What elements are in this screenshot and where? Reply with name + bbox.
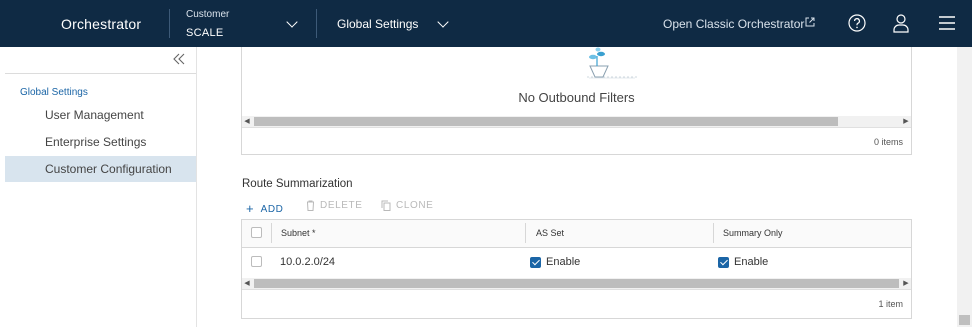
- add-label: ADD: [260, 204, 284, 215]
- sidebar-group-global-settings[interactable]: Global Settings: [20, 87, 88, 98]
- scrollbar-thumb[interactable]: [254, 279, 899, 288]
- column-header-summary-only[interactable]: Summary Only: [723, 228, 783, 238]
- global-settings-label: Global Settings: [337, 17, 419, 31]
- as-set-checkbox[interactable]: [530, 257, 541, 268]
- scrollbar-thumb[interactable]: [254, 117, 838, 126]
- scroll-right-arrow-icon[interactable]: ▶: [901, 116, 911, 127]
- help-icon[interactable]: [848, 14, 866, 32]
- copy-icon: [381, 200, 391, 211]
- column-divider[interactable]: [713, 223, 714, 243]
- empty-state-text: No Outbound Filters: [518, 90, 635, 105]
- chevron-down-icon[interactable]: [437, 16, 449, 28]
- sidebar-divider: [5, 73, 196, 74]
- user-icon[interactable]: [892, 13, 910, 33]
- summary-only-checkbox[interactable]: [718, 257, 729, 268]
- external-link-icon[interactable]: [805, 17, 815, 27]
- chevron-down-icon[interactable]: [286, 16, 298, 28]
- customer-label: Customer: [186, 9, 230, 20]
- top-nav-bar: Orchestrator Customer SCALE Global Setti…: [0, 0, 972, 47]
- column-divider: [271, 223, 272, 243]
- sidebar-item-customer-configuration[interactable]: Customer Configuration: [5, 156, 196, 182]
- scroll-left-arrow-icon[interactable]: ◀: [242, 278, 252, 289]
- column-header-as-set[interactable]: AS Set: [536, 228, 564, 238]
- sidebar-item-enterprise-settings[interactable]: Enterprise Settings: [5, 129, 196, 155]
- scroll-left-arrow-icon[interactable]: ◀: [242, 116, 252, 127]
- scroll-right-arrow-icon[interactable]: ▶: [901, 278, 911, 289]
- column-divider[interactable]: [525, 223, 526, 243]
- hamburger-menu-icon[interactable]: [938, 15, 956, 31]
- customer-value: SCALE: [186, 27, 224, 39]
- horizontal-scrollbar[interactable]: ◀ ▶: [242, 116, 911, 127]
- plus-icon: +: [246, 201, 255, 216]
- horizontal-scrollbar[interactable]: ◀ ▶: [242, 278, 911, 289]
- trash-icon: [307, 200, 314, 211]
- item-count: 1 item: [878, 299, 903, 309]
- empty-plant-icon: [587, 47, 639, 79]
- clone-button[interactable]: CLONE: [381, 200, 433, 211]
- subnet-value: 10.0.2.0/24: [280, 256, 336, 268]
- summary-only-label: Enable: [734, 256, 769, 268]
- scrollbar-thumb[interactable]: [959, 315, 970, 325]
- add-button[interactable]: + ADD: [246, 200, 284, 216]
- grid-header: [242, 220, 911, 248]
- clone-label: CLONE: [396, 200, 434, 211]
- row-select-checkbox[interactable]: [251, 256, 262, 267]
- grid-footer-divider: [242, 289, 911, 290]
- header-divider: [316, 9, 317, 38]
- sidebar-item-user-management[interactable]: User Management: [5, 102, 196, 128]
- delete-button[interactable]: DELETE: [306, 200, 363, 211]
- section-title: Route Summarization: [242, 178, 353, 190]
- page-vertical-scrollbar[interactable]: [957, 47, 972, 327]
- item-count: 0 items: [873, 137, 903, 147]
- delete-label: DELETE: [320, 200, 363, 211]
- app-title: Orchestrator: [61, 16, 142, 32]
- select-all-checkbox[interactable]: [251, 227, 262, 238]
- collapse-sidebar-icon[interactable]: [172, 53, 186, 65]
- column-header-subnet[interactable]: Subnet *: [281, 228, 316, 238]
- header-divider: [169, 9, 170, 38]
- open-classic-orchestrator-link[interactable]: Open Classic Orchestrator: [663, 17, 804, 31]
- as-set-label: Enable: [546, 256, 581, 268]
- grid-footer-divider: [242, 127, 911, 128]
